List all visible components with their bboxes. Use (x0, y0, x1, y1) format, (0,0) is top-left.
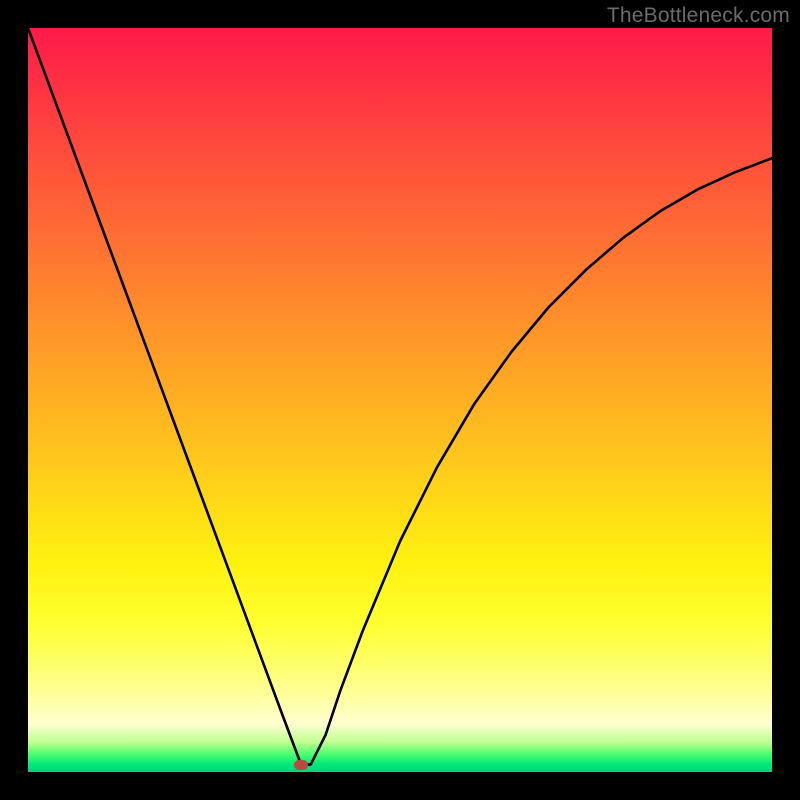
watermark-text: TheBottleneck.com (607, 4, 790, 28)
chart-frame: TheBottleneck.com (0, 0, 800, 800)
minimum-marker-icon (294, 760, 308, 770)
plot-area (28, 28, 772, 772)
bottleneck-curve (28, 28, 772, 772)
